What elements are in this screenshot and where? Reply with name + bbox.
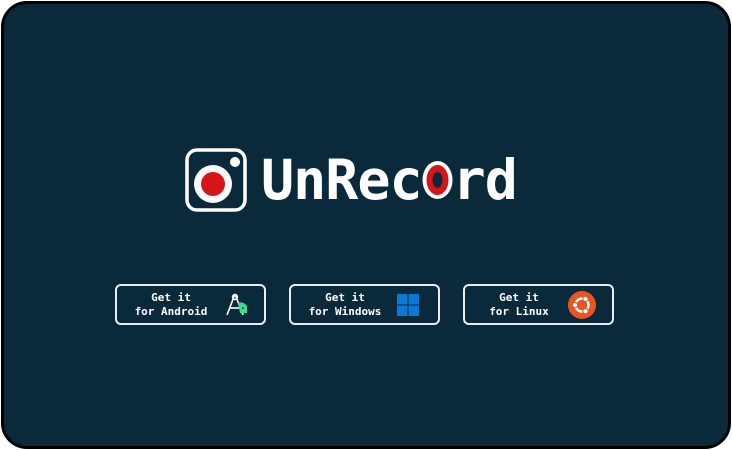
android-studio-icon [226,293,247,316]
ubuntu-icon [568,291,596,319]
app-name-part2: rd [452,147,518,212]
windows-button-line2: for Windows [308,304,382,318]
linux-button-label: Get it for Linux [471,291,567,319]
linux-button-line2: for Linux [489,304,549,318]
app-card: UnRec rd Get it for Android Get it for W… [1,1,731,449]
android-button-line2: for Android [134,304,208,318]
record-camera-icon [185,148,247,212]
android-button-line1: Get it [151,290,191,304]
app-name-part1: UnRec [261,147,423,212]
linux-button-line1: Get it [499,290,539,304]
get-it-windows-button[interactable]: Get it for Windows [289,284,440,325]
android-button-label: Get it for Android [123,291,219,319]
app-name-record-o [421,159,454,201]
app-name: UnRec rd [261,147,518,212]
windows-icon [397,294,419,316]
brand-logo: UnRec rd [185,144,518,216]
get-it-linux-button[interactable]: Get it for Linux [463,284,614,325]
windows-button-line1: Get it [325,290,365,304]
get-it-android-button[interactable]: Get it for Android [115,284,266,325]
windows-button-label: Get it for Windows [297,291,393,319]
record-o-icon [422,161,453,199]
